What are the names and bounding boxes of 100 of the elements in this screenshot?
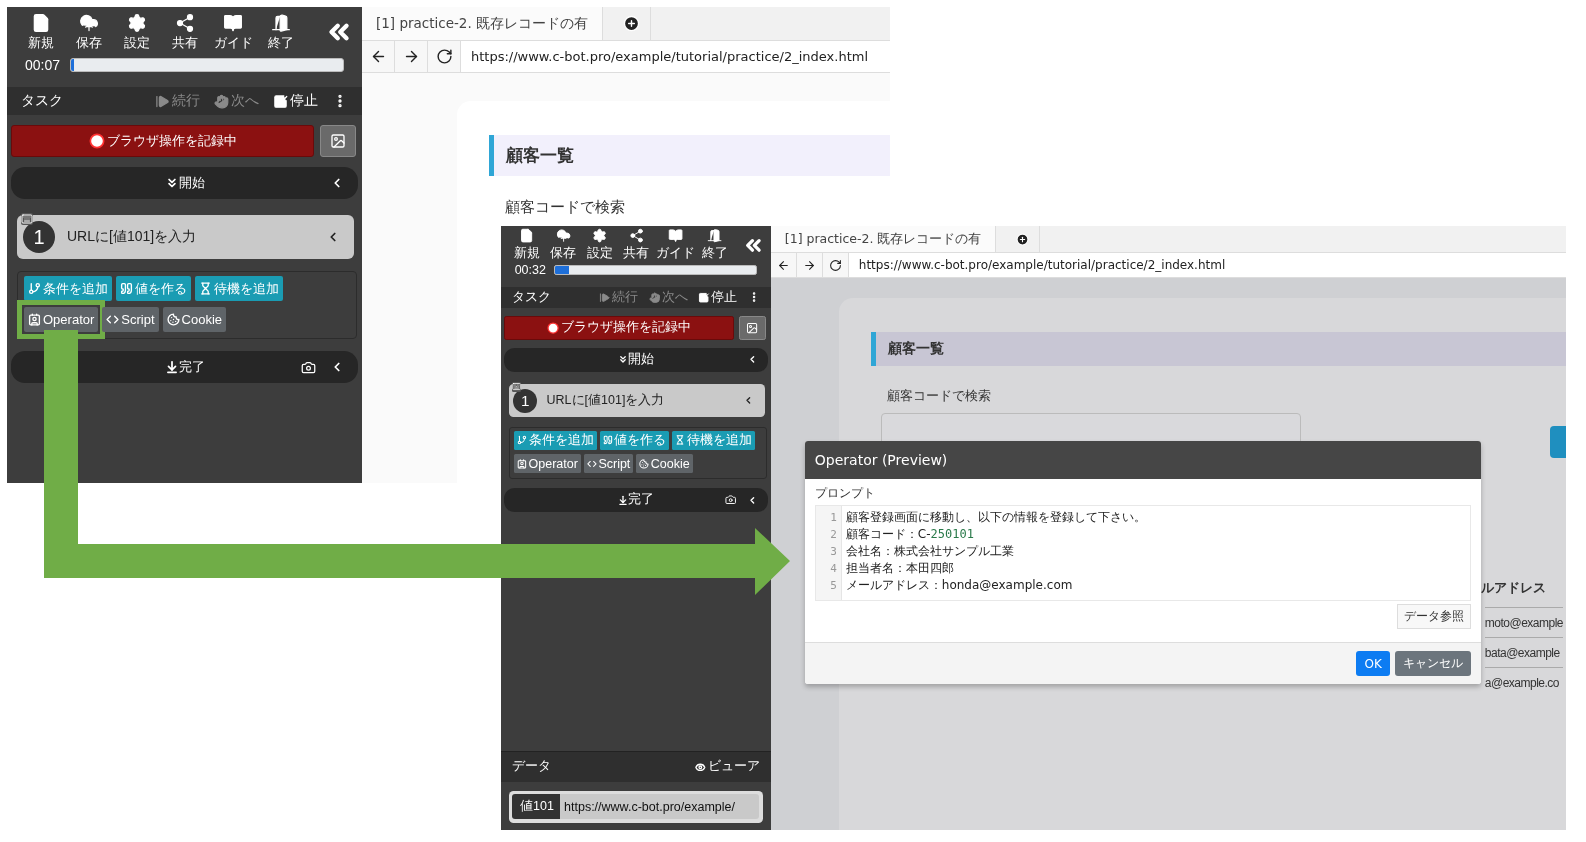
hand-icon [214,93,229,109]
add-action-button[interactable]: Script [102,307,159,332]
double-chevron-down-icon [617,354,629,365]
add-action-button[interactable]: Cookie [162,307,226,332]
arrow-left-icon [776,258,790,272]
prompt-line: 担当者名：本田四郎 [845,560,955,577]
end-section-toggle[interactable]: 完了 [164,358,205,376]
toolbar-button[interactable]: 終了 [698,228,732,262]
end-section-toggle[interactable]: 完了 [617,491,655,509]
toolbar-button[interactable]: 新規 [510,228,544,262]
prompt-line: 会社名：株式会社サンプル工業 [845,543,1015,560]
toolbar-button[interactable]: 共有 [163,12,207,52]
viewer-button[interactable]: ビューア [695,758,761,776]
start-section-toggle[interactable]: 開始 [164,174,205,192]
task-title: タスク [21,92,63,110]
data-title: データ [511,758,551,776]
step-forward-icon [155,93,170,109]
share-icon [175,12,195,33]
toolbar-button[interactable]: 新規 [19,12,63,52]
add-action-button[interactable]: Script [583,454,634,474]
table-cell: bata@example [1484,637,1563,667]
start-section-toggle[interactable]: 開始 [617,351,655,369]
record-icon [547,321,560,334]
gear-icon [592,228,608,244]
hand-icon [648,291,661,304]
data-name: 値101 [512,794,560,819]
line-number: 5 [829,578,838,594]
toolbar-button[interactable]: 設定 [115,12,159,52]
add-action-button[interactable]: Operator [514,454,581,474]
dialog-title: Operator (Preview) [814,452,948,468]
task-title: タスク [511,288,551,306]
table-cell: moto@example [1484,607,1563,637]
url-field[interactable]: https://www.c-bot.pro/example/tutorial/practice/2_index.html [461,41,890,72]
tray-icon [617,494,629,506]
cloud-upload-icon [79,12,99,33]
ok-button[interactable]: OK [1356,651,1390,676]
toolbar-button[interactable]: ガイド [211,12,255,52]
line-number: 2 [829,527,838,543]
step-number: 1 [513,388,538,413]
task-action-button[interactable]: 停止 [273,92,318,110]
cancel-button[interactable]: キャンセル [1394,651,1471,676]
toolbar-button[interactable]: 共有 [619,228,653,262]
column-header: ルアドレス [1480,579,1546,597]
page-heading: 顧客一覧 [870,332,1566,366]
data-value: https://www.c-bot.pro/example/ [559,794,760,819]
toolbar-button[interactable]: 保存 [67,12,111,52]
share-icon [628,228,644,244]
id-card-icon [28,313,41,326]
url-field[interactable]: https://www.c-bot.pro/example/tutorial/practice/2_index.html [848,253,1566,277]
step-label: URLに[値101]を入力 [67,228,197,246]
book-icon [223,12,243,33]
elapsed-time: 00:07 [25,57,61,73]
hourglass-icon [199,282,212,295]
browser-tab[interactable]: [1] practice-2. 既存レコードの有 [362,7,604,40]
elapsed-time: 00:32 [514,263,546,278]
arrow-right-icon [802,258,816,272]
branch-icon [28,282,41,295]
add-action-button[interactable]: Cookie [636,454,693,474]
data-item[interactable]: 値101 https://www.c-bot.pro/example/ [508,790,764,823]
line-number: 4 [829,561,838,577]
prompt-editor[interactable]: 1 2 3 4 5 顧客登録画面に移動し、以下の情報を登録して下さい。 顧客コード：C-250101 会社名：株式会社サンプル工業 担当者名：本田四郎 メールアドレス：honda@example.com [814,505,1471,601]
keyboard-icon [21,213,33,225]
search-label: 顧客コードで検索 [886,387,991,405]
camera-icon [301,359,316,375]
add-action-button[interactable]: Operator [24,307,99,332]
image-button[interactable] [320,125,356,157]
recording-button[interactable]: ブラウザ操作を記録中 [11,125,314,157]
toolbar-button[interactable]: 終了 [259,12,303,52]
recording-button[interactable]: ブラウザ操作を記録中 [504,315,735,340]
search-label: 顧客コードで検索 [505,197,626,217]
code-icon [106,313,120,326]
cookie-icon [166,313,180,326]
line-number: 1 [829,510,838,526]
prompt-line: 顧客コード：C-250101 [845,526,975,543]
step-card[interactable]: 1 URLに[値101]を入力 [17,215,354,259]
toolbar-button[interactable]: 保存 [546,228,580,262]
browser-tab[interactable]: [1] practice-2. 既存レコードの有 [770,226,997,252]
step-card[interactable]: 1 URLに[値101]を入力 [508,384,765,418]
toolbar-button[interactable]: ガイド [656,228,695,262]
prompt-line: 顧客登録画面に移動し、以下の情報を登録して下さい。 [845,509,1146,526]
step-number: 1 [23,221,55,253]
step-label: URLに[値101]を入力 [546,392,665,410]
plus-icon [1016,232,1030,246]
prompt-line: メールアドレス：honda@example.com [845,577,1074,594]
table-cell: a@example.co [1484,667,1563,697]
image-button[interactable] [738,315,767,340]
line-number: 3 [829,544,838,560]
prompt-label: プロンプト [814,485,875,502]
keyboard-icon [511,382,521,392]
reload-icon [828,258,842,272]
task-action-button[interactable]: 停止 [698,288,738,306]
record-icon [88,133,105,149]
image-icon [330,133,346,149]
tray-icon [164,360,179,374]
toolbar-button[interactable]: 設定 [583,228,617,262]
data-reference-button[interactable]: データ参照 [1396,604,1471,629]
door-icon [271,12,291,33]
reload-icon [435,48,453,65]
plus-icon [623,15,641,32]
eye-icon [695,761,706,773]
